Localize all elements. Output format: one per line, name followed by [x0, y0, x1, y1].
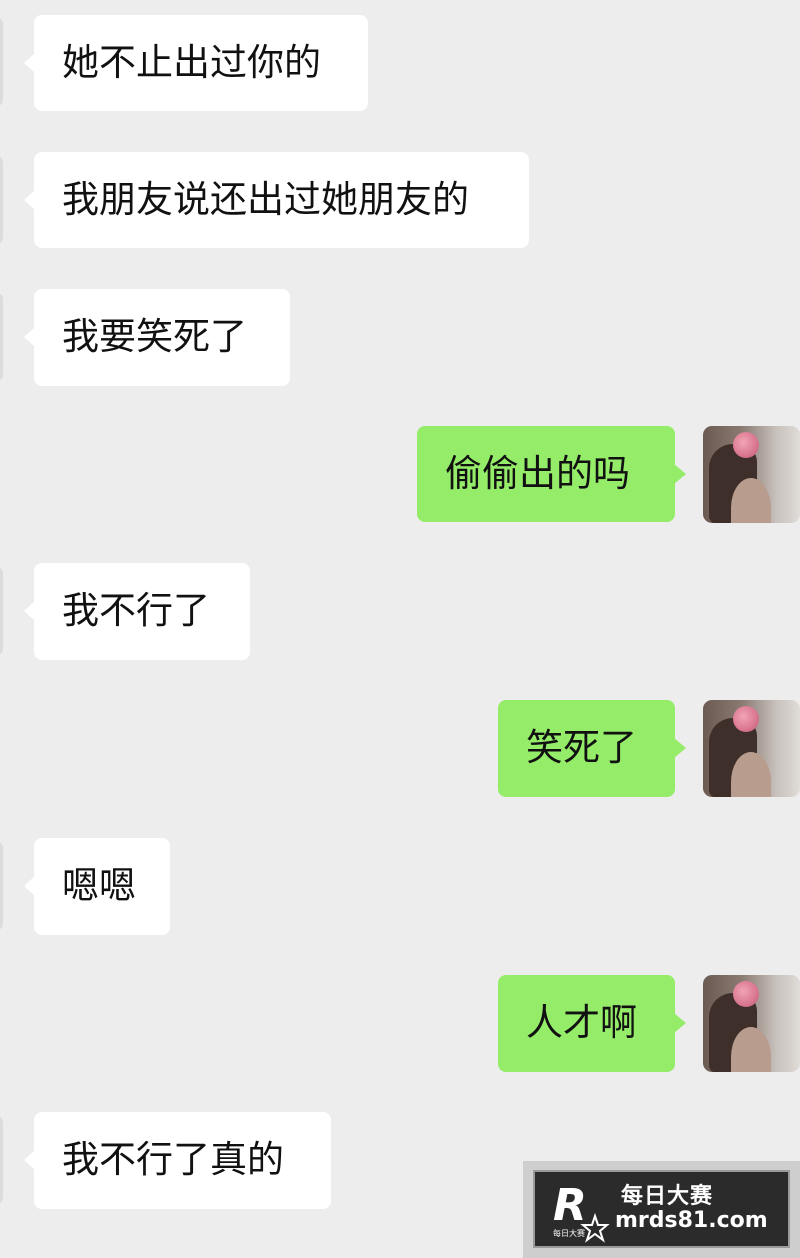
message-text: 我要笑死了: [62, 315, 247, 358]
user-avatar[interactable]: [703, 700, 800, 797]
svg-text:每日大赛: 每日大赛: [553, 1228, 585, 1238]
message-bubble-outgoing[interactable]: 偷偷出的吗: [417, 426, 686, 522]
contact-avatar-partial[interactable]: [0, 1116, 3, 1204]
message-bubble-incoming[interactable]: 我不行了真的: [24, 1112, 331, 1209]
message-text: 我朋友说还出过她朋友的: [62, 178, 469, 221]
message-bubble-incoming[interactable]: 嗯嗯: [24, 838, 170, 935]
watermark-logo-icon: R 每日大赛: [553, 1180, 610, 1243]
avatar-shoulder: [731, 478, 771, 523]
message-bubble-outgoing[interactable]: 人才啊: [498, 975, 686, 1072]
user-avatar[interactable]: [703, 975, 800, 1072]
message-text: 笑死了: [526, 726, 637, 769]
message-text: 嗯嗯: [62, 864, 136, 907]
message-bubble-incoming[interactable]: 她不止出过你的: [24, 15, 368, 111]
message-text: 我不行了真的: [62, 1138, 284, 1181]
message-bubble-incoming[interactable]: 我不行了: [24, 563, 250, 660]
chat-screen: { "messages": [ {"side": "in", "text": "…: [0, 0, 800, 1258]
message-text: 我不行了: [62, 589, 210, 632]
contact-avatar-partial[interactable]: [0, 842, 3, 930]
avatar-shoulder: [731, 1027, 771, 1072]
contact-avatar-partial[interactable]: [0, 293, 3, 381]
avatar-shoulder: [731, 752, 771, 797]
message-text: 她不止出过你的: [62, 41, 321, 84]
watermark: R 每日大赛 每日大赛 mrds81.com: [523, 1161, 800, 1258]
watermark-url: mrds81.com: [615, 1208, 768, 1233]
watermark-frame: R 每日大赛 每日大赛 mrds81.com: [533, 1170, 790, 1248]
message-text: 人才啊: [526, 1001, 637, 1044]
svg-text:R: R: [553, 1180, 587, 1231]
message-bubble-incoming[interactable]: 我朋友说还出过她朋友的: [24, 152, 529, 248]
message-bubble-incoming[interactable]: 我要笑死了: [24, 289, 290, 386]
flower-icon: [733, 432, 759, 458]
flower-icon: [733, 706, 759, 732]
watermark-title: 每日大赛: [621, 1184, 714, 1209]
contact-avatar-partial[interactable]: [0, 156, 3, 244]
message-bubble-outgoing[interactable]: 笑死了: [498, 700, 686, 797]
flower-icon: [733, 981, 759, 1007]
contact-avatar-partial[interactable]: [0, 567, 3, 655]
message-text: 偷偷出的吗: [445, 452, 630, 495]
contact-avatar-partial[interactable]: [0, 18, 3, 106]
user-avatar[interactable]: [703, 426, 800, 523]
